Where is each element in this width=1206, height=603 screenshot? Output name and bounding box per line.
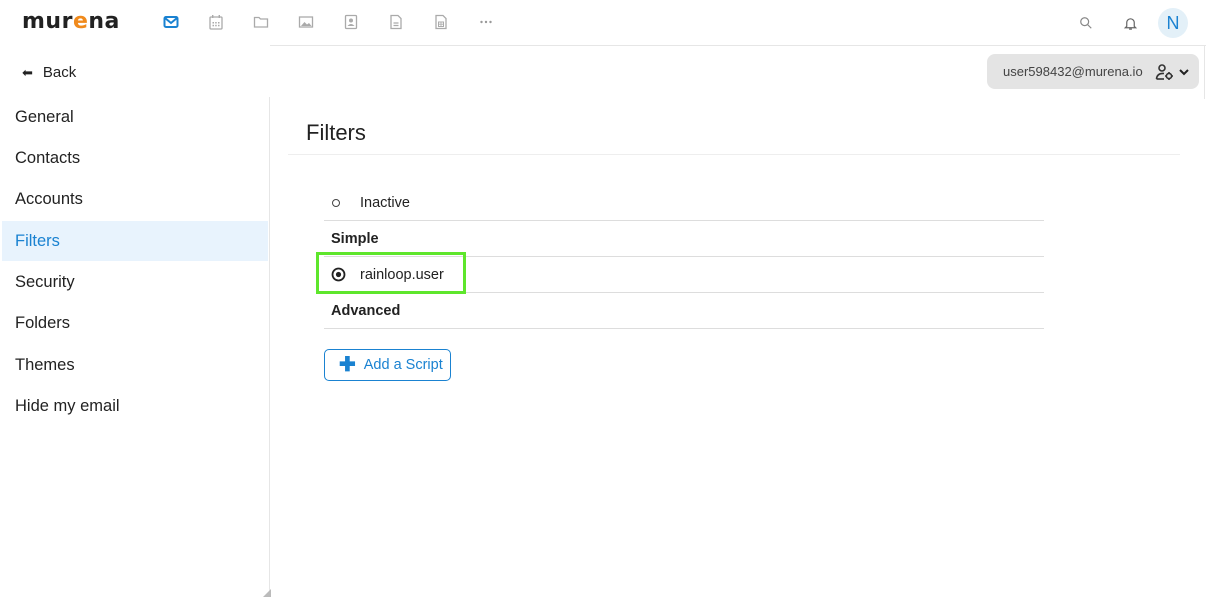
back-label: Back bbox=[42, 64, 77, 81]
inactive-label: Inactive bbox=[360, 194, 410, 211]
document-icon bbox=[389, 14, 402, 30]
resize-handle-icon[interactable] bbox=[263, 589, 271, 597]
app-more[interactable] bbox=[463, 10, 508, 34]
app-files[interactable] bbox=[238, 10, 283, 34]
search-icon bbox=[1079, 17, 1092, 29]
search-button[interactable] bbox=[1063, 9, 1108, 37]
logo-accent: e bbox=[72, 9, 89, 34]
script-name: rainloop.user bbox=[360, 266, 444, 283]
account-menu-button[interactable]: user598432@murena.io bbox=[987, 54, 1199, 89]
radio-empty-icon[interactable] bbox=[331, 198, 353, 208]
sidebar-item-security[interactable]: Security bbox=[2, 263, 268, 303]
sidebar-item-themes[interactable]: Themes bbox=[2, 345, 268, 385]
bell-icon bbox=[1123, 17, 1138, 30]
chevron-down-icon bbox=[1178, 68, 1189, 75]
mail-icon bbox=[163, 16, 178, 28]
sidebar-divider bbox=[269, 97, 270, 597]
title-divider bbox=[288, 154, 1180, 155]
add-script-button[interactable]: ✚ Add a Script bbox=[324, 349, 451, 381]
notifications-button[interactable] bbox=[1108, 9, 1153, 37]
avatar[interactable]: N bbox=[1158, 8, 1188, 38]
image-icon bbox=[298, 16, 313, 28]
sidebar-item-accounts[interactable]: Accounts bbox=[2, 180, 268, 220]
app-calendar[interactable] bbox=[193, 10, 238, 34]
filter-script-list: Inactive Simple rainloop.user Advanced bbox=[324, 185, 1044, 329]
group-header-simple: Simple bbox=[324, 221, 1044, 257]
settings-sidebar: General Contacts Accounts Filters Securi… bbox=[2, 97, 268, 428]
more-icon bbox=[479, 20, 492, 24]
plus-icon: ✚ bbox=[339, 354, 356, 376]
logo-text: na bbox=[88, 9, 120, 34]
app-mail[interactable] bbox=[148, 10, 193, 34]
header-divider bbox=[270, 45, 1206, 46]
user-settings-icon bbox=[1155, 63, 1173, 80]
sidebar-item-contacts[interactable]: Contacts bbox=[2, 138, 268, 178]
app-spreadsheets[interactable] bbox=[418, 10, 463, 34]
sidebar-item-general[interactable]: General bbox=[2, 97, 268, 137]
page-title: Filters bbox=[306, 120, 366, 145]
back-button[interactable]: ⬅ Back bbox=[22, 64, 76, 81]
script-row[interactable]: rainloop.user bbox=[324, 257, 1044, 293]
app-documents[interactable] bbox=[373, 10, 418, 34]
sidebar-item-filters[interactable]: Filters bbox=[2, 221, 268, 262]
logo-text: mur bbox=[22, 9, 73, 34]
app-contacts[interactable] bbox=[328, 10, 373, 34]
add-script-label: Add a Script bbox=[363, 357, 443, 373]
app-photos[interactable] bbox=[283, 10, 328, 34]
inactive-option[interactable]: Inactive bbox=[324, 185, 1044, 221]
panel-border bbox=[1204, 45, 1205, 99]
spreadsheet-icon bbox=[434, 14, 447, 30]
back-arrow-icon: ⬅ bbox=[22, 64, 33, 80]
header-actions: N bbox=[1063, 8, 1188, 38]
sidebar-item-hide-my-email[interactable]: Hide my email bbox=[2, 387, 268, 427]
sidebar-item-folders[interactable]: Folders bbox=[2, 304, 268, 344]
group-header-advanced: Advanced bbox=[324, 293, 1044, 329]
app-switcher bbox=[148, 10, 508, 34]
calendar-icon bbox=[208, 15, 223, 30]
account-email: user598432@murena.io bbox=[1003, 64, 1143, 79]
folder-icon bbox=[253, 16, 268, 28]
contacts-icon bbox=[344, 14, 357, 30]
murena-logo[interactable]: murena bbox=[22, 9, 120, 34]
top-bar: murena N bbox=[0, 0, 1206, 45]
radio-selected-icon[interactable] bbox=[331, 267, 353, 282]
